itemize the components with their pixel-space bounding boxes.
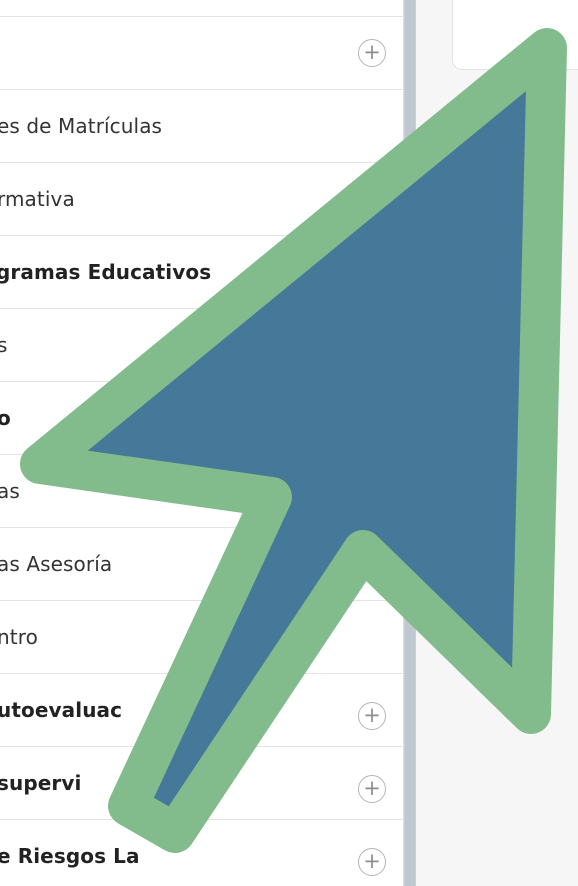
expand-plus-icon[interactable]: +	[358, 848, 386, 876]
app-viewport: + es de Matrículas rmativa gramas Educat…	[0, 0, 578, 886]
expand-plus-icon[interactable]: +	[358, 775, 386, 803]
content-card	[452, 0, 578, 70]
menu-item-label: as	[0, 479, 20, 503]
menu-item-label: ntro	[0, 625, 38, 649]
menu-item-label: gramas Educativos	[0, 260, 212, 284]
menu-item-8[interactable]: ntro	[0, 601, 404, 674]
menu-item-label: utoevaluac	[0, 698, 123, 722]
menu-item-label: s	[0, 333, 8, 357]
menu-item-3[interactable]: gramas Educativos	[0, 236, 404, 309]
side-menu-panel: + es de Matrículas rmativa gramas Educat…	[0, 0, 404, 886]
menu-scrollbar[interactable]	[404, 0, 416, 886]
menu-item-5[interactable]: o	[0, 382, 404, 455]
menu-item-7[interactable]: as Asesoría	[0, 528, 404, 601]
menu-item-10[interactable]: supervi +	[0, 747, 404, 820]
menu-item-label: es de Matrículas	[0, 114, 163, 138]
scrollbar-thumb[interactable]	[405, 0, 415, 886]
expand-plus-icon[interactable]: +	[358, 39, 386, 67]
menu-item-label: as Asesoría	[0, 552, 113, 576]
menu-item-0[interactable]: +	[0, 17, 404, 90]
menu-item-2[interactable]: rmativa	[0, 163, 404, 236]
menu-item-4[interactable]: s	[0, 309, 404, 382]
menu-item-label: supervi	[0, 771, 82, 795]
menu-item-label: e Riesgos La	[0, 844, 140, 868]
menu-item-1[interactable]: es de Matrículas	[0, 90, 404, 163]
menu-item-9[interactable]: utoevaluac +	[0, 674, 404, 747]
expand-plus-icon[interactable]: +	[358, 702, 386, 730]
menu-item-label: rmativa	[0, 187, 75, 211]
menu-item-6[interactable]: as	[0, 455, 404, 528]
menu-item-11[interactable]: e Riesgos La +	[0, 820, 404, 886]
main-content-area	[416, 0, 578, 886]
menu-item-label: o	[0, 406, 11, 430]
